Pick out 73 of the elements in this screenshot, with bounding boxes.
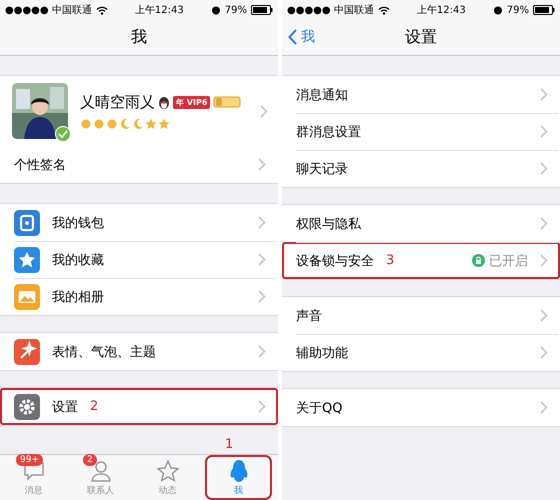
row-label: 消息通知 (296, 86, 348, 104)
annotation-number: 3 (386, 253, 394, 268)
menu-row[interactable]: 我的相册 (0, 278, 278, 315)
nav-title: 我 (131, 27, 147, 48)
row-label: 表情、气泡、主题 (52, 344, 156, 360)
battery-icon (533, 5, 555, 15)
chevron-icon (540, 217, 548, 230)
menu-row[interactable]: 表情、气泡、主题 (0, 333, 278, 370)
row-label: 聊天记录 (296, 160, 348, 178)
chevron-icon (540, 346, 548, 359)
chevron-icon (258, 400, 266, 413)
menu-row[interactable]: 辅助功能 (282, 334, 560, 371)
row-label: 群消息设置 (296, 124, 361, 140)
chevron-icon (540, 309, 548, 322)
row-label: 设置 (52, 398, 78, 416)
row-label: 关于QQ (296, 400, 342, 416)
annotation-number: 1 (225, 437, 234, 452)
vip-badge: 年 VIP6 (173, 96, 210, 108)
profile-row[interactable]: 乂晴空雨乂 年 VIP6 (0, 76, 278, 146)
chevron-icon (540, 88, 548, 101)
star-icon (156, 458, 180, 482)
chevron-icon (540, 162, 548, 175)
row-label: 我的钱包 (52, 214, 104, 232)
verified-check-icon (55, 126, 71, 142)
user-name: 乂晴空雨乂 (80, 92, 155, 112)
row-label: 辅助功能 (296, 344, 348, 362)
clock-time: 上午12:43 (416, 4, 466, 17)
carrier-label: ●●●●● 中国联通 (287, 4, 374, 17)
chevron-icon (540, 254, 548, 267)
wifi-icon (378, 6, 390, 14)
chevron-icon (258, 345, 266, 358)
nav-title: 设置 (405, 27, 437, 48)
carrier-label: ●●●●● 中国联通 (5, 4, 92, 17)
menu-row[interactable]: 我的收藏 (0, 241, 278, 278)
medal-icon (213, 96, 242, 108)
chevron-icon (258, 216, 266, 229)
tab-bar-item[interactable]: 2 联系人 (67, 455, 134, 500)
count-badge: 99+ (16, 454, 43, 466)
highlighted-menu-row[interactable]: 设置 2 (0, 388, 278, 425)
menu-row[interactable]: 消息通知 (282, 76, 560, 113)
back-button[interactable]: 我 (288, 28, 315, 46)
count-badge: 2 (83, 454, 97, 466)
menu-row[interactable]: 关于QQ (282, 389, 560, 426)
menu-row[interactable]: 我的钱包 (0, 204, 278, 241)
chevron-icon (258, 158, 266, 171)
row-label: 设备锁与安全 (296, 252, 374, 270)
lock-icon (472, 254, 485, 267)
chevron-icon (258, 290, 266, 303)
row-label: 权限与隐私 (296, 216, 361, 232)
menu-row[interactable]: 群消息设置 (282, 113, 560, 150)
status-value: 已开启 (489, 252, 528, 270)
menu-row[interactable]: 聊天记录 (282, 150, 560, 187)
back-chevron-icon (288, 29, 297, 45)
highlighted-menu-row[interactable]: 设备锁与安全 3 已开启 (282, 242, 560, 279)
row-label: 我的收藏 (52, 252, 104, 268)
menu-row[interactable]: 个性签名 (0, 146, 278, 183)
row-label: 声音 (296, 308, 322, 324)
battery-icon (251, 5, 273, 15)
battery-percent: 79% (506, 4, 529, 16)
mascot-icon (158, 96, 170, 108)
menu-row[interactable]: 权限与隐私 (282, 205, 560, 242)
menu-row[interactable]: 声音 (282, 297, 560, 334)
clock-time: 上午12:43 (134, 4, 184, 17)
annotation-number: 2 (90, 399, 98, 414)
row-label: 个性签名 (14, 156, 66, 174)
chevron-icon (540, 401, 548, 414)
chevron-icon (260, 104, 268, 118)
tab-bar-item[interactable]: 99+ 消息 (0, 455, 67, 500)
wifi-icon (96, 6, 108, 14)
chevron-icon (540, 125, 548, 138)
row-label: 我的相册 (52, 288, 104, 306)
battery-percent: 79% (224, 4, 247, 16)
chevron-icon (258, 253, 266, 266)
